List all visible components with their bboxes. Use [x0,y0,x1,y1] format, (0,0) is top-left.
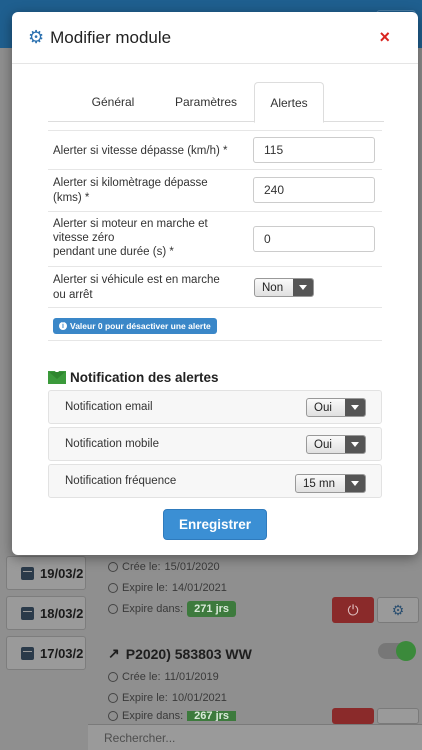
close-icon[interactable]: × [379,28,390,46]
km-label-2: (kms) * [53,192,90,204]
speed-row: Alerter si vitesse dépasse (km/h) * 115 [48,130,382,170]
date-label: 17/03/2 [40,645,84,661]
calendar-icon [21,566,34,580]
notification-mobile-row: Notification mobile Oui [48,427,382,461]
clock-icon [108,604,118,614]
created-label: Crée le: [122,671,161,683]
modal-header: ⚙ Modifier module × [12,12,418,64]
notification-email-select[interactable]: Oui [306,398,366,417]
clock-icon [108,583,118,593]
card2-title-text: P2020) 583803 WW [125,645,252,662]
remaining-label: Expire dans: [122,603,184,615]
date-tab-1[interactable]: 19/03/2 [6,556,86,590]
card2-toggle[interactable] [378,641,416,661]
card2-remaining: Expire dans: 267 jrs [108,711,237,721]
card1-expires: Expire le: 14/01/2021 [108,582,227,594]
card2-expires: Expire le: 10/01/2021 [108,692,227,704]
notification-frequency-value: 15 mn [303,477,335,490]
settings-button[interactable]: ⚙ [377,597,419,623]
date-tab-2[interactable]: 18/03/2 [6,596,86,630]
info-badge: i Valeur 0 pour désactiver une alerte [53,318,217,334]
km-label-1: Alerter si kilomètrage dépasse [53,177,208,189]
tab-bar: Général Paramètres Alertes [48,82,384,123]
km-row: Alerter si kilomètrage dépasse (kms) * 2… [48,170,382,212]
notifications-title: Notification des alertes [48,370,219,385]
card1-remaining: Expire dans: 271 jrs [108,601,237,617]
expires-value: 14/01/2021 [171,582,227,594]
chevron-down-icon [345,436,365,453]
chevron-down-icon [293,279,313,296]
card2-created: Crée le: 11/01/2019 [108,671,219,683]
gear-icon: ⚙ [28,27,45,47]
search-input[interactable]: Rechercher... [88,724,422,750]
moving-select[interactable]: Non [254,278,314,297]
power-button-2[interactable] [332,708,374,724]
date-label: 18/03/2 [40,605,84,621]
remaining-label: Expire dans: [122,711,184,721]
clock-icon [108,562,118,572]
notification-email-row: Notification email Oui [48,390,382,424]
notification-mobile-label: Notification mobile [65,438,159,450]
modal-title: Modifier module [50,27,172,47]
envelope-icon [48,371,66,384]
notification-frequency-label: Notification fréquence [65,475,177,487]
created-label: Crée le: [122,561,161,573]
settings-button-2[interactable] [377,708,419,724]
idle-row: Alerter si moteur en marche et vitesse z… [48,212,382,267]
clock-icon [108,711,118,721]
notification-frequency-row: Notification fréquence 15 mn [48,464,382,498]
date-tab-3[interactable]: 17/03/2 [6,636,86,670]
gear-icon: ⚙ [391,601,405,618]
created-value: 15/01/2020 [164,561,220,573]
notification-email-value: Oui [314,401,332,414]
notification-mobile-value: Oui [314,438,332,451]
card2-title[interactable]: ↗ P2020) 583803 WW [108,645,252,662]
moving-select-value: Non [262,281,284,294]
moving-row: Alerter si véhicule est en marche ou arr… [48,267,382,308]
chevron-down-icon [345,475,365,492]
remaining-badge: 267 jrs [187,711,237,721]
calendar-icon [21,606,34,620]
idle-label-3: pendant une durée (s) * [53,246,174,258]
notification-frequency-select[interactable]: 15 mn [295,474,366,493]
calendar-icon [21,646,34,660]
chevron-down-icon [345,399,365,416]
info-text: Valeur 0 pour désactiver une alerte [70,321,211,331]
tab-general[interactable]: Général [68,82,158,122]
card1-created: Crée le: 15/01/2020 [108,561,220,573]
external-link-icon: ↗ [108,645,120,661]
idle-label-2: vitesse zéro [53,232,115,244]
expires-label: Expire le: [122,582,168,594]
speed-label: Alerter si vitesse dépasse (km/h) * [53,145,228,157]
moving-label-2: ou arrêt [53,289,93,301]
clock-icon [108,672,118,682]
tab-alertes[interactable]: Alertes [254,82,324,123]
km-input[interactable]: 240 [253,177,375,203]
clock-icon [108,693,118,703]
idle-label-1: Alerter si moteur en marche et [53,218,208,230]
notification-email-label: Notification email [65,401,153,413]
speed-input[interactable]: 115 [253,137,375,163]
info-icon: i [59,322,67,330]
power-icon: ⏻ [347,601,359,618]
info-row: i Valeur 0 pour désactiver une alerte [48,308,382,341]
created-value: 11/01/2019 [164,671,219,683]
remaining-badge: 271 jrs [187,601,237,617]
edit-module-modal: ⚙ Modifier module × Général Paramètres A… [12,12,418,555]
notifications-title-text: Notification des alertes [70,370,219,385]
idle-input[interactable]: 0 [253,226,375,252]
notification-mobile-select[interactable]: Oui [306,435,366,454]
date-label: 19/03/2 [40,565,84,581]
moving-label-1: Alerter si véhicule est en marche [53,274,220,286]
expires-value: 10/01/2021 [171,692,227,704]
tab-parametres[interactable]: Paramètres [158,82,254,122]
expires-label: Expire le: [122,692,168,704]
alerts-form: Alerter si vitesse dépasse (km/h) * 115 … [48,130,382,341]
save-button[interactable]: Enregistrer [163,509,267,540]
power-button[interactable]: ⏻ [332,597,374,623]
